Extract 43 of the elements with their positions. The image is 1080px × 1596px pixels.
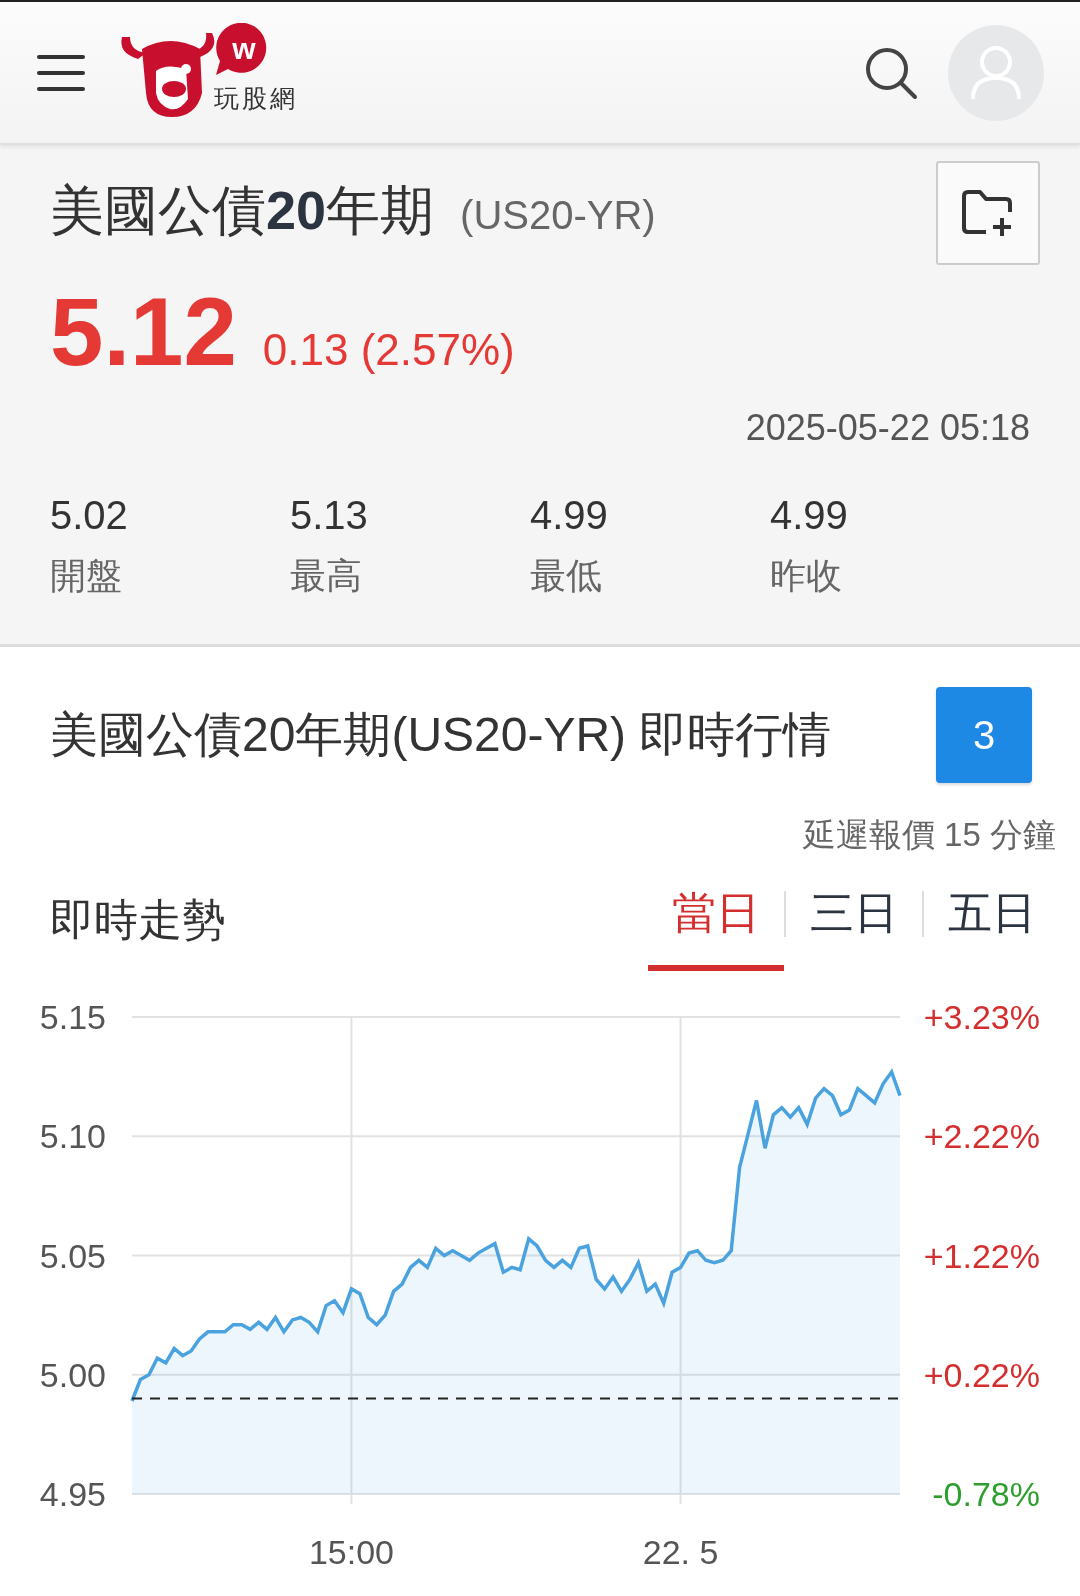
percent-axis-label: +3.23% (923, 998, 1040, 1036)
instrument-title: 美國公債20年期 (50, 179, 435, 240)
delay-note: 延遲報價 15 分鐘 (802, 816, 1056, 853)
percent-axis-label: +1.22% (923, 1236, 1040, 1275)
y-axis-label: 5.10 (39, 1117, 106, 1156)
price: 5.12 (50, 277, 237, 387)
add-to-folder-button[interactable] (936, 161, 1040, 265)
count-button[interactable]: 3 (936, 687, 1032, 783)
y-axis-label: 5.00 (39, 1355, 106, 1394)
user-icon (970, 44, 1022, 101)
x-axis-label: 22. 5 (642, 1533, 719, 1571)
section-heading: 美國公債20年期(US20-YR) 即時行情 (50, 707, 832, 763)
y-axis-label: 4.95 (39, 1475, 106, 1513)
stat-value: 4.99 (530, 493, 608, 538)
stat-value: 5.13 (290, 493, 368, 538)
timestamp: 2025-05-22 05:18 (745, 407, 1030, 448)
y-axis-label: 5.15 (39, 998, 106, 1036)
stat-value: 5.02 (50, 493, 128, 538)
percent-axis-label: -0.78% (932, 1475, 1040, 1513)
chart-title: 即時走勢 (50, 894, 226, 946)
period-tab[interactable]: 五日 (924, 870, 1060, 971)
bull-head-logo[interactable] (121, 32, 215, 117)
percent-axis-label: +2.22% (923, 1117, 1040, 1156)
menu-button[interactable] (36, 52, 86, 93)
stat-label: 最低 (530, 554, 602, 598)
x-axis-label: 15:00 (308, 1533, 394, 1571)
y-axis-label: 5.05 (39, 1236, 106, 1275)
search-button[interactable] (864, 45, 918, 100)
menu-icon (36, 52, 86, 93)
percent-axis-label: +0.22% (923, 1355, 1040, 1394)
stat-label: 最高 (290, 554, 362, 598)
period-tab[interactable]: 當日 (648, 870, 784, 971)
stat-label: 昨收 (770, 554, 842, 598)
speech-bubble-icon (216, 22, 267, 75)
instrument-symbol: (US20-YR) (460, 192, 656, 237)
price-change: 0.13 (2.57%) (262, 325, 515, 375)
period-tab[interactable]: 三日 (786, 870, 922, 971)
logo-letter: w (232, 31, 256, 65)
stat-label: 開盤 (50, 554, 122, 598)
folder-plus-icon (962, 190, 1014, 236)
search-icon (864, 45, 918, 100)
stat-value: 4.99 (770, 493, 848, 538)
logo-text: 玩股網 (214, 82, 298, 114)
